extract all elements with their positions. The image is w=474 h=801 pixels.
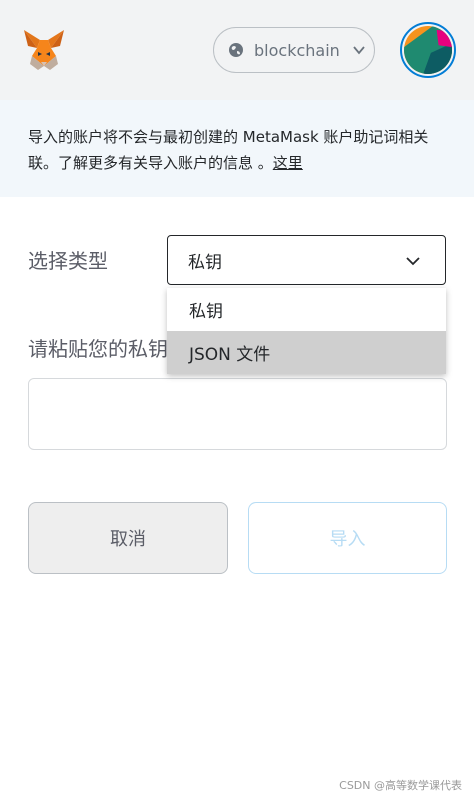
- chevron-down-icon: [406, 257, 420, 266]
- metamask-fox-icon[interactable]: [20, 26, 68, 74]
- account-avatar[interactable]: [400, 22, 456, 78]
- app-header: blockchain: [0, 0, 474, 100]
- import-type-select[interactable]: 私钥: [167, 235, 446, 285]
- cancel-button[interactable]: 取消: [28, 502, 228, 574]
- chevron-down-icon: [353, 46, 365, 55]
- account-identicon: [404, 26, 452, 74]
- import-notice: 导入的账户将不会与最初创建的 MetaMask 账户助记词相关联。了解更多有关导…: [0, 100, 474, 197]
- watermark: CSDN @高等数学课代表: [339, 779, 462, 792]
- import-button[interactable]: 导入: [248, 502, 447, 574]
- network-selector[interactable]: blockchain: [213, 27, 375, 73]
- learn-more-link[interactable]: 这里: [273, 154, 303, 172]
- network-label: blockchain: [254, 40, 340, 60]
- private-key-input[interactable]: [28, 378, 447, 450]
- dropdown-option-json-file[interactable]: JSON 文件: [167, 331, 446, 374]
- globe-icon: [229, 43, 243, 57]
- dropdown-option-private-key[interactable]: 私钥: [167, 288, 446, 331]
- selected-type-value: 私钥: [188, 252, 222, 273]
- import-type-dropdown: 私钥 JSON 文件: [167, 288, 446, 374]
- notice-text: 导入的账户将不会与最初创建的 MetaMask 账户助记词相关联。了解更多有关导…: [28, 128, 429, 172]
- paste-key-label: 请粘贴您的私钥: [28, 337, 168, 361]
- select-type-label: 选择类型: [28, 249, 108, 273]
